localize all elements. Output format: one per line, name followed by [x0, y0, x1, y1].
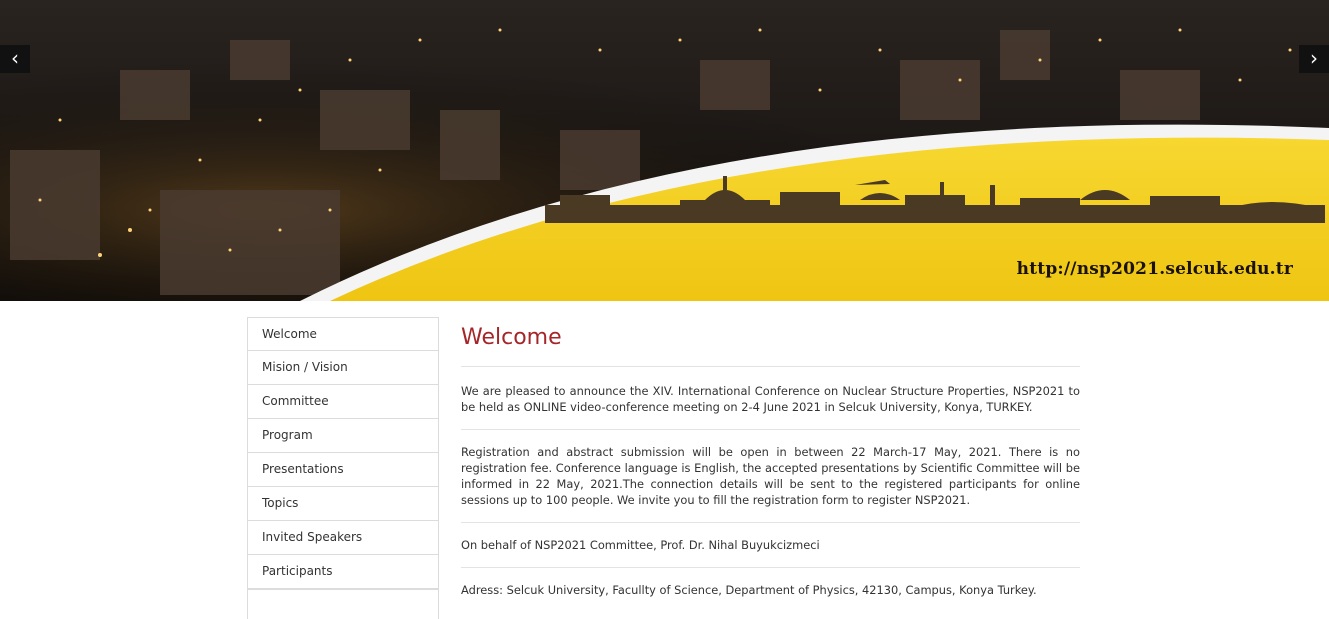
- sidebar-item-topics[interactable]: Topics: [248, 487, 438, 521]
- sidebar-item-welcome[interactable]: Welcome: [248, 318, 438, 351]
- sidebar-menu: Welcome Mision / Vision Committee Progra…: [247, 317, 439, 619]
- sidebar-item-participants[interactable]: Participants: [248, 555, 438, 589]
- header-banner: ‹ › http://nsp2021.selcuk.edu.tr: [0, 0, 1329, 301]
- slider-prev-button[interactable]: ‹: [0, 45, 30, 73]
- sidebar-item-mision-vision[interactable]: Mision / Vision: [248, 351, 438, 385]
- sidebar-item-presentations[interactable]: Presentations: [248, 453, 438, 487]
- address-paragraph: Adress: Selcuk University, Facullty of S…: [461, 583, 1037, 597]
- sidebar-item-committee[interactable]: Committee: [248, 385, 438, 419]
- sidebar-item-partial[interactable]: [248, 589, 438, 619]
- sidebar-item-invited-speakers[interactable]: Invited Speakers: [248, 521, 438, 555]
- sidebar-item-program[interactable]: Program: [248, 419, 438, 453]
- main-content: Welcome We are pleased to announce the X…: [461, 318, 1080, 612]
- slider-next-button[interactable]: ›: [1299, 45, 1329, 73]
- registration-paragraph: Registration and abstract submission wil…: [461, 430, 1080, 523]
- intro-paragraph: We are pleased to announce the XIV. Inte…: [461, 367, 1080, 430]
- committee-signature: On behalf of NSP2021 Committee, Prof. Dr…: [461, 523, 1080, 568]
- banner-url-text: http://nsp2021.selcuk.edu.tr: [1016, 259, 1293, 279]
- banner-city-image: [0, 0, 1329, 301]
- page-title: Welcome: [461, 318, 1080, 367]
